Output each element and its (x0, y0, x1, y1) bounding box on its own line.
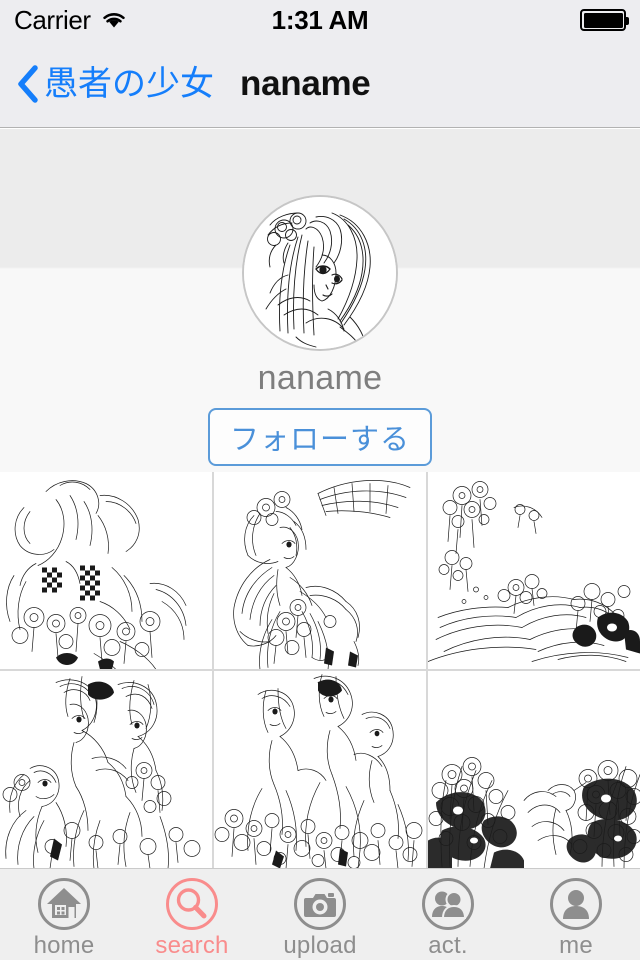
carrier-label: Carrier (14, 5, 91, 35)
tab-search-label: search (155, 931, 229, 959)
artwork-5-image (214, 671, 426, 868)
artwork-2-image (214, 472, 426, 669)
back-button-label: 愚者の少女 (44, 64, 214, 103)
status-bar: Carrier 1:31 AM (0, 0, 640, 40)
artwork-3-image (428, 472, 640, 669)
artwork-1-image (0, 472, 212, 669)
artwork-thumbnail[interactable] (214, 472, 426, 669)
home-icon (36, 876, 92, 932)
avatar[interactable] (244, 197, 396, 349)
artwork-4-image (0, 671, 212, 868)
avatar-artwork (244, 197, 396, 349)
page-title: naname (240, 63, 371, 103)
artwork-thumbnail[interactable] (0, 472, 212, 669)
navigation-bar: 愚者の少女 naname (0, 40, 640, 128)
artwork-6-image (428, 671, 640, 868)
tab-upload[interactable]: upload (256, 869, 384, 960)
person-icon (548, 876, 604, 932)
artwork-thumbnail[interactable] (0, 671, 212, 868)
tab-me-label: me (559, 931, 593, 959)
wifi-icon (100, 10, 128, 30)
battery-full-icon (580, 9, 629, 31)
app-root: Carrier 1:31 AM 愚者の少女 naname naname フォロー… (0, 0, 640, 960)
artwork-thumbnail[interactable] (428, 671, 640, 868)
back-button[interactable]: 愚者の少女 (0, 64, 214, 103)
status-bar-right (580, 9, 629, 31)
search-icon (164, 876, 220, 932)
tab-search[interactable]: search (128, 869, 256, 960)
status-bar-left: Carrier (14, 7, 128, 33)
artwork-grid (0, 472, 640, 868)
people-icon (420, 876, 476, 932)
tab-home-label: home (33, 931, 95, 959)
tab-bar: home search upload act. me (0, 868, 640, 960)
chevron-left-icon (16, 64, 38, 103)
artwork-thumbnail[interactable] (428, 472, 640, 669)
follow-button[interactable]: フォローする (208, 408, 432, 466)
camera-icon (292, 876, 348, 932)
tab-activity-label: act. (428, 931, 468, 959)
profile-username: naname (257, 359, 383, 397)
battery-fill (583, 12, 623, 28)
clock-label: 1:31 AM (271, 4, 369, 35)
artwork-thumbnail[interactable] (214, 671, 426, 868)
tab-home[interactable]: home (0, 869, 128, 960)
profile-header: naname フォローする (0, 129, 640, 472)
tab-upload-label: upload (283, 931, 357, 959)
tab-activity[interactable]: act. (384, 869, 512, 960)
tab-me[interactable]: me (512, 869, 640, 960)
